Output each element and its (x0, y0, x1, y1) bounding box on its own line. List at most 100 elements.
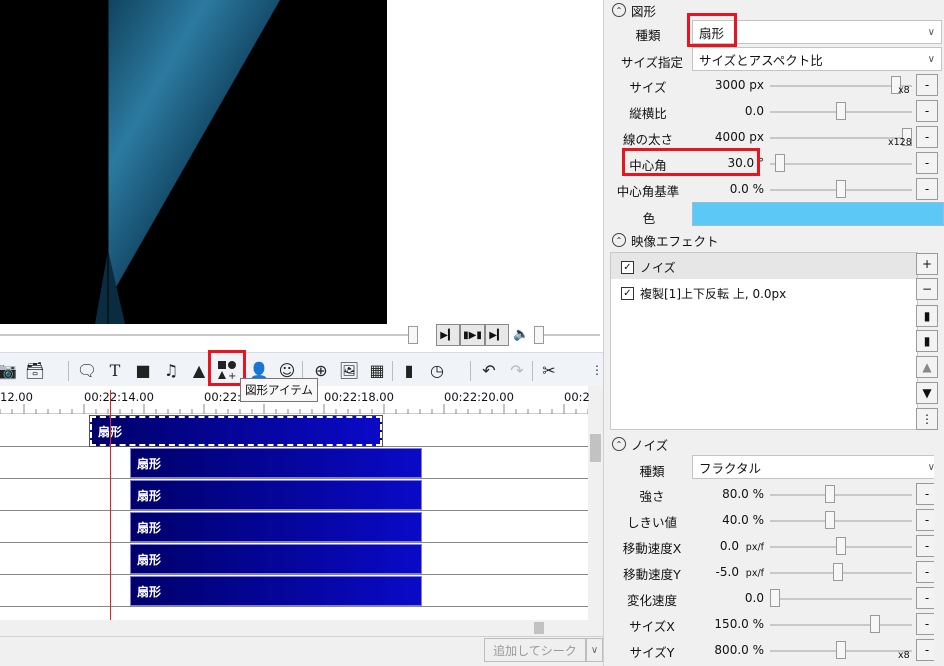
param-slider-track[interactable] (770, 520, 912, 522)
param-menu-button[interactable]: - (916, 100, 938, 122)
collapse-icon[interactable]: ⌃ (612, 437, 626, 451)
volume-track[interactable] (536, 334, 600, 336)
timeline-horizontal-scrollbar[interactable] (0, 620, 588, 636)
param-value[interactable]: 800.0 % (704, 643, 764, 657)
noise-type-select[interactable]: フラクタル ∨ (692, 455, 942, 479)
add-effect-button[interactable]: + (916, 253, 938, 275)
param-slider-thumb[interactable] (836, 102, 846, 120)
param-slider-thumb[interactable] (836, 641, 846, 659)
save-effect-icon[interactable]: ▮ (916, 330, 938, 352)
effect-item[interactable]: ✓ ノイズ (621, 259, 676, 276)
param-value[interactable]: 3000 px (704, 78, 764, 92)
timeline-vertical-scrollbar[interactable] (588, 414, 603, 620)
volume-thumb[interactable] (534, 326, 544, 344)
timeline-clip[interactable]: 扇形 (130, 544, 422, 574)
param-slider-thumb[interactable] (825, 485, 836, 503)
timeline-clip[interactable]: 扇形 (89, 415, 383, 447)
copy-effect-icon[interactable]: ▮ (916, 305, 938, 327)
color-label: 色 (642, 211, 656, 226)
end-button[interactable]: ▶▎ (485, 324, 509, 346)
picture-icon[interactable]: 🖼 (338, 359, 360, 381)
preview-canvas (0, 0, 387, 324)
play-button[interactable]: ▶▎ (436, 324, 460, 346)
param-label: 移動速度X (622, 541, 682, 556)
type-label: 種類 (635, 28, 661, 43)
param-slider-thumb[interactable] (775, 154, 786, 172)
param-slider-track[interactable] (770, 163, 912, 165)
undo-icon[interactable]: ↶ (478, 359, 500, 381)
param-slider-thumb[interactable] (833, 563, 844, 581)
collapse-icon[interactable]: ⌃ (612, 3, 626, 17)
section-title: 映像エフェクト (631, 233, 719, 249)
mosaic-icon[interactable]: ▦ (366, 359, 388, 381)
clock-icon[interactable]: ◷ (426, 359, 448, 381)
preview-seek-track[interactable] (0, 334, 410, 336)
video-icon[interactable]: ■ (132, 359, 154, 381)
section-title: 図形 (631, 3, 657, 19)
param-scale-label: x8 (898, 85, 910, 96)
timeline-clip[interactable]: 扇形 (130, 576, 422, 606)
image-icon[interactable]: ▲ (188, 359, 210, 381)
scissors-icon[interactable]: ✂ (538, 359, 560, 381)
text-icon[interactable]: T (104, 359, 126, 381)
timeline-clip[interactable]: 扇形 (130, 480, 422, 510)
music-icon[interactable]: ♫ (160, 359, 182, 381)
effects-section-header[interactable]: ⌃ 映像エフェクト (612, 230, 719, 250)
param-scale-label: x8 (898, 650, 910, 661)
param-slider-thumb[interactable] (836, 537, 846, 555)
param-value[interactable]: 0.0 (704, 591, 764, 605)
param-slider-track[interactable] (770, 624, 912, 626)
noise-section-header[interactable]: ⌃ ノイズ (612, 434, 668, 454)
speaker-icon[interactable]: 🔈 (513, 327, 529, 342)
param-label: サイズ (629, 80, 667, 95)
more-options-icon[interactable]: ⋮ (916, 408, 938, 430)
color-swatch[interactable] (692, 202, 944, 226)
seek-dropdown-button[interactable]: ∨ (586, 638, 603, 662)
collapse-icon[interactable]: ⌃ (612, 233, 626, 247)
comment-icon[interactable]: 🗨 (76, 359, 98, 381)
param-value[interactable]: 0.0 (704, 104, 764, 118)
preview-seek-thumb[interactable] (408, 326, 418, 344)
camera-icon[interactable]: 📷 (0, 359, 18, 381)
size-spec-label: サイズ指定 (620, 55, 684, 70)
timeline-clip[interactable]: 扇形 (130, 448, 422, 478)
param-menu-button[interactable]: - (916, 126, 938, 148)
param-slider-thumb[interactable] (870, 615, 881, 633)
add-and-seek-button[interactable]: 追加してシーク (484, 638, 586, 662)
param-slider-thumb[interactable] (825, 511, 836, 529)
param-label: 移動速度Y (623, 567, 681, 582)
ruler-label: 00:2 (564, 390, 590, 404)
param-menu-button[interactable]: - (916, 152, 938, 174)
param-label: 線の太さ (622, 132, 673, 147)
param-menu-button[interactable]: - (916, 178, 938, 200)
remove-effect-button[interactable]: − (916, 278, 938, 300)
param-value[interactable]: -5.0 px/f (704, 565, 764, 579)
size-spec-select[interactable]: サイズとアスペクト比 ∨ (692, 47, 942, 71)
param-value[interactable]: 150.0 % (704, 617, 764, 631)
checkbox[interactable]: ✓ (621, 261, 634, 274)
timeline-clip[interactable]: 扇形 (130, 512, 422, 542)
timeline-tracks[interactable]: 扇形 扇形 扇形 扇形 扇形 扇形 (0, 414, 588, 620)
section-title: ノイズ (631, 437, 669, 453)
panel-scrollbar[interactable] (934, 440, 944, 666)
screenshot-icon[interactable]: 🗃 (24, 359, 46, 381)
param-value[interactable]: 40.0 % (704, 513, 764, 527)
shape-section-header[interactable]: ⌃ 図形 (612, 0, 656, 20)
step-button[interactable]: ▮▶▮ (460, 324, 485, 346)
param-value[interactable]: 0.0 % (704, 182, 764, 196)
param-slider-track[interactable] (770, 494, 912, 496)
param-menu-button[interactable]: - (916, 74, 938, 96)
move-up-icon[interactable]: ▲ (916, 356, 938, 378)
param-slider-track[interactable] (770, 598, 912, 600)
effect-item[interactable]: ✓ 複製[1]上下反転 上, 0.0px (621, 285, 786, 302)
redo-icon[interactable]: ↷ (506, 359, 528, 381)
playhead[interactable] (110, 390, 111, 620)
param-slider-thumb[interactable] (770, 589, 780, 607)
param-slider-thumb[interactable] (836, 180, 846, 198)
book-icon[interactable]: ▮ (398, 359, 420, 381)
checkbox[interactable]: ✓ (621, 287, 634, 300)
param-value[interactable]: 0.0 px/f (704, 539, 764, 553)
param-value[interactable]: 80.0 % (704, 487, 764, 501)
param-value[interactable]: 4000 px (704, 130, 764, 144)
move-down-icon[interactable]: ▼ (916, 382, 938, 404)
